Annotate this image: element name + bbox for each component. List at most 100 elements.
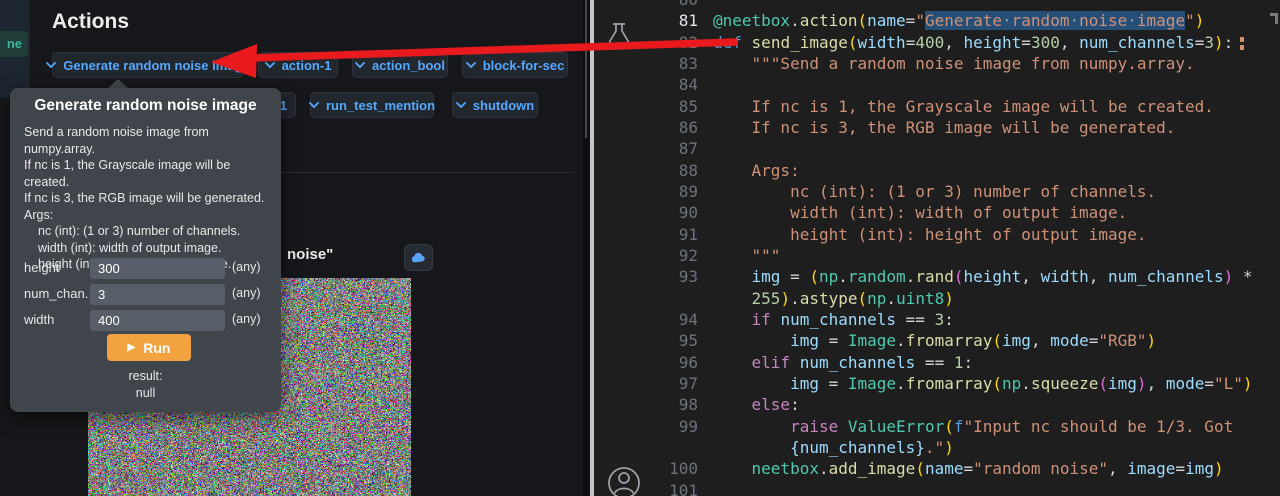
- beaker-icon[interactable]: [606, 20, 632, 48]
- description-line: Send a random noise image from numpy.arr…: [24, 124, 275, 157]
- code-line: 91 height (int): height of output image.: [594, 224, 1280, 245]
- line-number: 86: [594, 117, 698, 138]
- code-line: 94 if num_channels == 3:: [594, 309, 1280, 330]
- field-row-width: width (any): [10, 308, 281, 334]
- line-number: 83: [594, 53, 698, 74]
- page-title: Actions: [52, 10, 129, 34]
- tooltip-description: Send a random noise image from numpy.arr…: [24, 124, 275, 273]
- line-number: [594, 437, 698, 458]
- field-row-num-channels: num_chan... (any): [10, 282, 281, 308]
- code-line: 89 nc (int): (1 or 3) number of channels…: [594, 181, 1280, 202]
- play-icon: ▶: [128, 342, 136, 353]
- description-line: If nc is 1, the Grayscale image will be …: [24, 157, 275, 190]
- line-number: [594, 288, 698, 309]
- action-button-label: Generate random noise image: [63, 58, 249, 73]
- description-line: Args:: [24, 207, 275, 224]
- code-line: 85 If nc is 1, the Grayscale image will …: [594, 96, 1280, 117]
- field-type-hint: (any): [232, 286, 260, 300]
- run-button-label: Run: [143, 340, 170, 356]
- action-button-run-test-mention[interactable]: run_test_mention: [310, 92, 434, 118]
- line-number: 99: [594, 416, 698, 437]
- chevron-down-icon: [265, 62, 275, 68]
- field-type-hint: (any): [232, 260, 260, 274]
- chevron-down-icon: [46, 62, 56, 68]
- code-line: 80: [594, 0, 1280, 10]
- action-button-action-bool[interactable]: action_bool: [352, 52, 448, 78]
- code-line: 83 """Send a random noise image from num…: [594, 53, 1280, 74]
- line-number: 93: [594, 266, 698, 287]
- chevron-down-icon: [309, 102, 319, 108]
- num-channels-field[interactable]: [90, 284, 225, 305]
- code-line: 82def send_image(width=400, height=300, …: [594, 32, 1280, 53]
- code-lines[interactable]: 8081@neetbox.action(name="Generate·rando…: [594, 0, 1280, 496]
- status-badge: ne: [0, 31, 28, 57]
- code-line: 98 else:: [594, 394, 1280, 415]
- cloud-download-button[interactable]: [404, 244, 433, 271]
- image-card-title: noise": [287, 246, 333, 263]
- code-line: 92 """: [594, 245, 1280, 266]
- field-label: num_chan...: [24, 286, 88, 301]
- ruler-mark: [1240, 45, 1244, 50]
- scrollbar-shadow: [585, 0, 587, 138]
- code-line: 87: [594, 138, 1280, 159]
- code-line: 84: [594, 74, 1280, 95]
- code-line: 255).astype(np.uint8): [594, 288, 1280, 309]
- action-button-block-for-sec[interactable]: block-for-sec: [462, 52, 568, 78]
- code-line: 93 img = (np.random.rand(height, width, …: [594, 266, 1280, 287]
- line-number: 96: [594, 352, 698, 373]
- code-line: {num_channels}."): [594, 437, 1280, 458]
- field-label: width: [24, 312, 88, 327]
- line-number: 87: [594, 138, 698, 159]
- action-button-label: run_test_mention: [326, 98, 435, 113]
- line-number: 90: [594, 202, 698, 223]
- code-line: 100 neetbox.add_image(name="random noise…: [594, 458, 1280, 479]
- action-button-label: block-for-sec: [483, 58, 565, 73]
- tooltip-title: Generate random noise image: [10, 97, 281, 115]
- code-line: 90 width (int): width of output image.: [594, 202, 1280, 223]
- action-button-shutdown[interactable]: shutdown: [452, 92, 538, 118]
- minimap-mark: [1275, 13, 1278, 24]
- run-button[interactable]: ▶ Run: [107, 334, 191, 361]
- result-label: result:: [10, 369, 281, 383]
- action-button-action-1[interactable]: action-1: [258, 52, 338, 78]
- line-number: 91: [594, 224, 698, 245]
- field-label: height: [24, 260, 88, 275]
- code-line: 101: [594, 480, 1280, 496]
- description-line: If nc is 3, the RGB image will be genera…: [24, 190, 275, 207]
- account-icon[interactable]: [605, 464, 643, 496]
- code-line: 95 img = Image.fromarray(img, mode="RGB"…: [594, 330, 1280, 351]
- line-number: 84: [594, 74, 698, 95]
- chevron-down-icon: [466, 62, 476, 68]
- arg-line: width (int): width of output image.: [24, 240, 275, 257]
- code-line: 81@neetbox.action(name="Generate·random·…: [594, 10, 1280, 31]
- line-number: 97: [594, 373, 698, 394]
- app-screen: ne Actions Generate random noise image a…: [0, 0, 1280, 496]
- code-line: 97 img = Image.fromarray(np.squeeze(img)…: [594, 373, 1280, 394]
- code-line: 86 If nc is 3, the RGB image will be gen…: [594, 117, 1280, 138]
- cloud-download-icon: [411, 252, 426, 264]
- line-number: 94: [594, 309, 698, 330]
- action-tooltip-card: Generate random noise image Send a rando…: [10, 88, 281, 412]
- line-number: 98: [594, 394, 698, 415]
- line-number: 88: [594, 160, 698, 181]
- field-type-hint: (any): [232, 312, 260, 326]
- field-row-height: height (any): [10, 256, 281, 282]
- line-number: 80: [594, 0, 698, 10]
- width-field[interactable]: [90, 310, 225, 331]
- code-line: 99 raise ValueError(f"Input nc should be…: [594, 416, 1280, 437]
- result-value: null: [10, 386, 281, 400]
- line-number: 95: [594, 330, 698, 351]
- arg-line: nc (int): (1 or 3) number of channels.: [24, 223, 275, 240]
- code-line: 96 elif num_channels == 1:: [594, 352, 1280, 373]
- action-button-label: action_bool: [372, 58, 445, 73]
- chevron-down-icon: [456, 102, 466, 108]
- code-line: 88 Args:: [594, 160, 1280, 181]
- height-field[interactable]: [90, 258, 225, 279]
- action-button-label: action-1: [282, 58, 332, 73]
- line-number: 85: [594, 96, 698, 117]
- line-number: 92: [594, 245, 698, 266]
- line-number: 89: [594, 181, 698, 202]
- action-button-label: shutdown: [473, 98, 534, 113]
- action-button-generate-random-noise-image[interactable]: Generate random noise image: [52, 52, 244, 78]
- chevron-down-icon: [355, 62, 365, 68]
